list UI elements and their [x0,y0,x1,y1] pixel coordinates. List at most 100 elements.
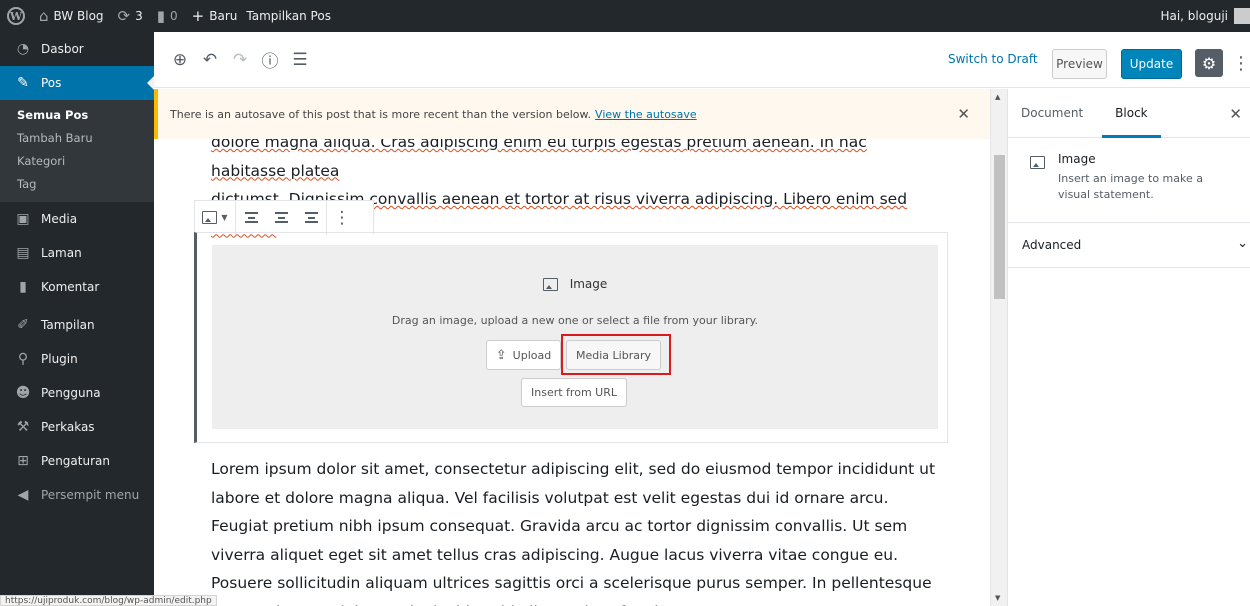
submenu-add-new[interactable]: Tambah Baru [0,127,154,150]
advanced-label: Advanced [1022,238,1082,252]
align-center-icon [274,212,288,223]
sidebar-item-label: Plugin [41,352,78,366]
settings-icon: ⊞ [17,453,29,469]
settings-tabs: Document Block ✕ [1008,89,1250,138]
vertical-ellipsis-icon: ⋮ [333,207,351,228]
notice-close-icon[interactable]: ✕ [957,105,970,123]
block-card: Image Insert an image to make a visual s… [1008,138,1250,223]
placeholder-instructions: Drag an image, upload a new one or selec… [391,314,759,327]
media-library-button[interactable]: Media Library [566,340,661,370]
sidebar-item-appearance[interactable]: ✐ Tampilan [0,308,154,342]
vertical-ellipsis-icon: ⋮ [1232,52,1250,74]
view-post-link[interactable]: Tampilkan Pos [244,0,338,32]
tab-document[interactable]: Document [1008,89,1096,138]
account-menu[interactable]: Hai, bloguji [1153,0,1250,32]
comments-count: 0 [170,9,178,23]
sidebar-item-settings[interactable]: ⊞ Pengaturan [0,444,154,478]
placeholder-label: Image [212,277,938,291]
collapse-menu-button[interactable]: ◀ Persempit menu [0,478,154,512]
align-right-button[interactable] [296,201,326,235]
align-left-icon [244,212,258,223]
sidebar-item-pages[interactable]: ▤ Laman [0,236,154,270]
sidebar-item-label: Pengguna [41,386,101,400]
site-name: BW Blog [53,9,104,23]
more-menu-button[interactable]: ⋮ [1232,49,1250,77]
paragraph-line: dolore magna aliqua. Cras adipiscing eni… [211,139,867,180]
placeholder-title: Image [569,277,608,291]
block-toolbar: ▼ ⋮ [194,200,374,235]
wordpress-logo-button[interactable]: W [0,0,32,32]
upload-button[interactable]: ⇪ Upload [486,340,561,370]
sidebar-item-tools[interactable]: ⚒ Perkakas [0,410,154,444]
undo-icon: ↶ [202,49,218,70]
view-autosave-link[interactable]: View the autosave [595,108,697,121]
sidebar-item-label: Media [41,212,78,226]
scroll-down-icon[interactable]: ▼ [995,594,1000,602]
gear-icon: ⚙ [1201,53,1217,73]
preview-button[interactable]: Preview [1052,49,1107,79]
image-placeholder[interactable]: Image Drag an image, upload a new one or… [212,245,938,429]
notice-text: There is an autosave of this post that i… [170,107,592,121]
content-info-button[interactable]: ⓘ [256,46,284,74]
align-center-button[interactable] [266,201,296,235]
admin-sidebar: ◔ Dasbor ✎ Pos Semua Pos Tambah Baru Kat… [0,32,154,606]
block-navigation-button[interactable]: ☰ [286,46,314,74]
redo-button[interactable]: ↷ [226,46,254,74]
users-icon: ☻ [15,385,31,401]
block-type-switcher[interactable]: ▼ [195,201,235,235]
dashboard-icon: ◔ [16,41,30,57]
image-block[interactable]: Image Drag an image, upload a new one or… [194,232,948,443]
admin-bar: W ⌂ BW Blog ⟳ 3 ▮ 0 + Baru Tampilkan Pos… [0,0,1250,32]
submenu-all-posts[interactable]: Semua Pos [0,104,154,127]
submenu-categories[interactable]: Kategori [0,150,154,173]
block-card-description: Insert an image to make a visual stateme… [1058,172,1203,201]
editor-header: ⊕ ↶ ↷ ⓘ ☰ Switch to Draft Preview Update… [154,32,1250,88]
plus-circle-icon: ⊕ [172,49,188,70]
updates-link[interactable]: ⟳ 3 [111,0,150,32]
add-block-button[interactable]: ⊕ [166,46,194,74]
block-more-options-button[interactable]: ⋮ [327,201,357,235]
scroll-up-icon[interactable]: ▲ [995,93,1000,101]
pin-icon: ✎ [17,75,29,91]
image-icon [202,211,218,224]
image-icon [1030,156,1045,169]
sidebar-item-posts[interactable]: ✎ Pos [0,66,154,100]
sidebar-item-label: Komentar [41,280,100,294]
sidebar-item-media[interactable]: ▣ Media [0,202,154,236]
plugin-icon: ⚲ [17,351,29,367]
paragraph-block[interactable]: Lorem ipsum dolor sit amet, consectetur … [211,455,939,606]
sidebar-item-plugins[interactable]: ⚲ Plugin [0,342,154,376]
updates-icon: ⟳ [117,6,131,25]
insert-from-url-button[interactable]: Insert from URL [521,378,627,407]
comment-icon: ▮ [156,6,166,25]
comments-link[interactable]: ▮ 0 [150,0,185,32]
view-post-label: Tampilkan Pos [246,9,331,23]
settings-toggle-button[interactable]: ⚙ [1195,49,1223,77]
image-icon [542,277,558,291]
update-button[interactable]: Update [1121,49,1182,79]
tab-block[interactable]: Block [1102,89,1161,138]
sidebar-item-users[interactable]: ☻ Pengguna [0,376,154,410]
new-content-link[interactable]: + Baru [185,0,245,32]
brush-icon: ✐ [17,317,29,333]
scrollbar-thumb[interactable] [994,155,1005,299]
advanced-panel-toggle[interactable]: Advanced ⌄ [1008,223,1250,268]
switch-to-draft-button[interactable]: Switch to Draft [948,52,1038,66]
content-scrollbar[interactable]: ▲ ▼ [990,89,1007,606]
sidebar-item-dashboard[interactable]: ◔ Dasbor [0,32,154,66]
autosave-notice: There is an autosave of this post that i… [154,89,990,139]
align-left-button[interactable] [236,201,266,235]
list-icon: ☰ [292,49,308,70]
browser-status-url: https://ujiproduk.com/blog/wp-admin/edit… [0,595,217,606]
home-icon: ⌂ [39,6,49,25]
sidebar-item-label: Dasbor [41,42,84,56]
sidebar-item-label: Pengaturan [41,454,110,468]
undo-button[interactable]: ↶ [196,46,224,74]
close-icon[interactable]: ✕ [1229,105,1242,123]
media-icon: ▣ [16,211,30,227]
site-name-link[interactable]: ⌂ BW Blog [32,0,111,32]
submenu-tags[interactable]: Tag [0,173,154,196]
page-icon: ▤ [16,245,30,261]
sidebar-item-comments[interactable]: ▮ Komentar [0,270,154,304]
sidebar-item-label: Tampilan [41,318,95,332]
